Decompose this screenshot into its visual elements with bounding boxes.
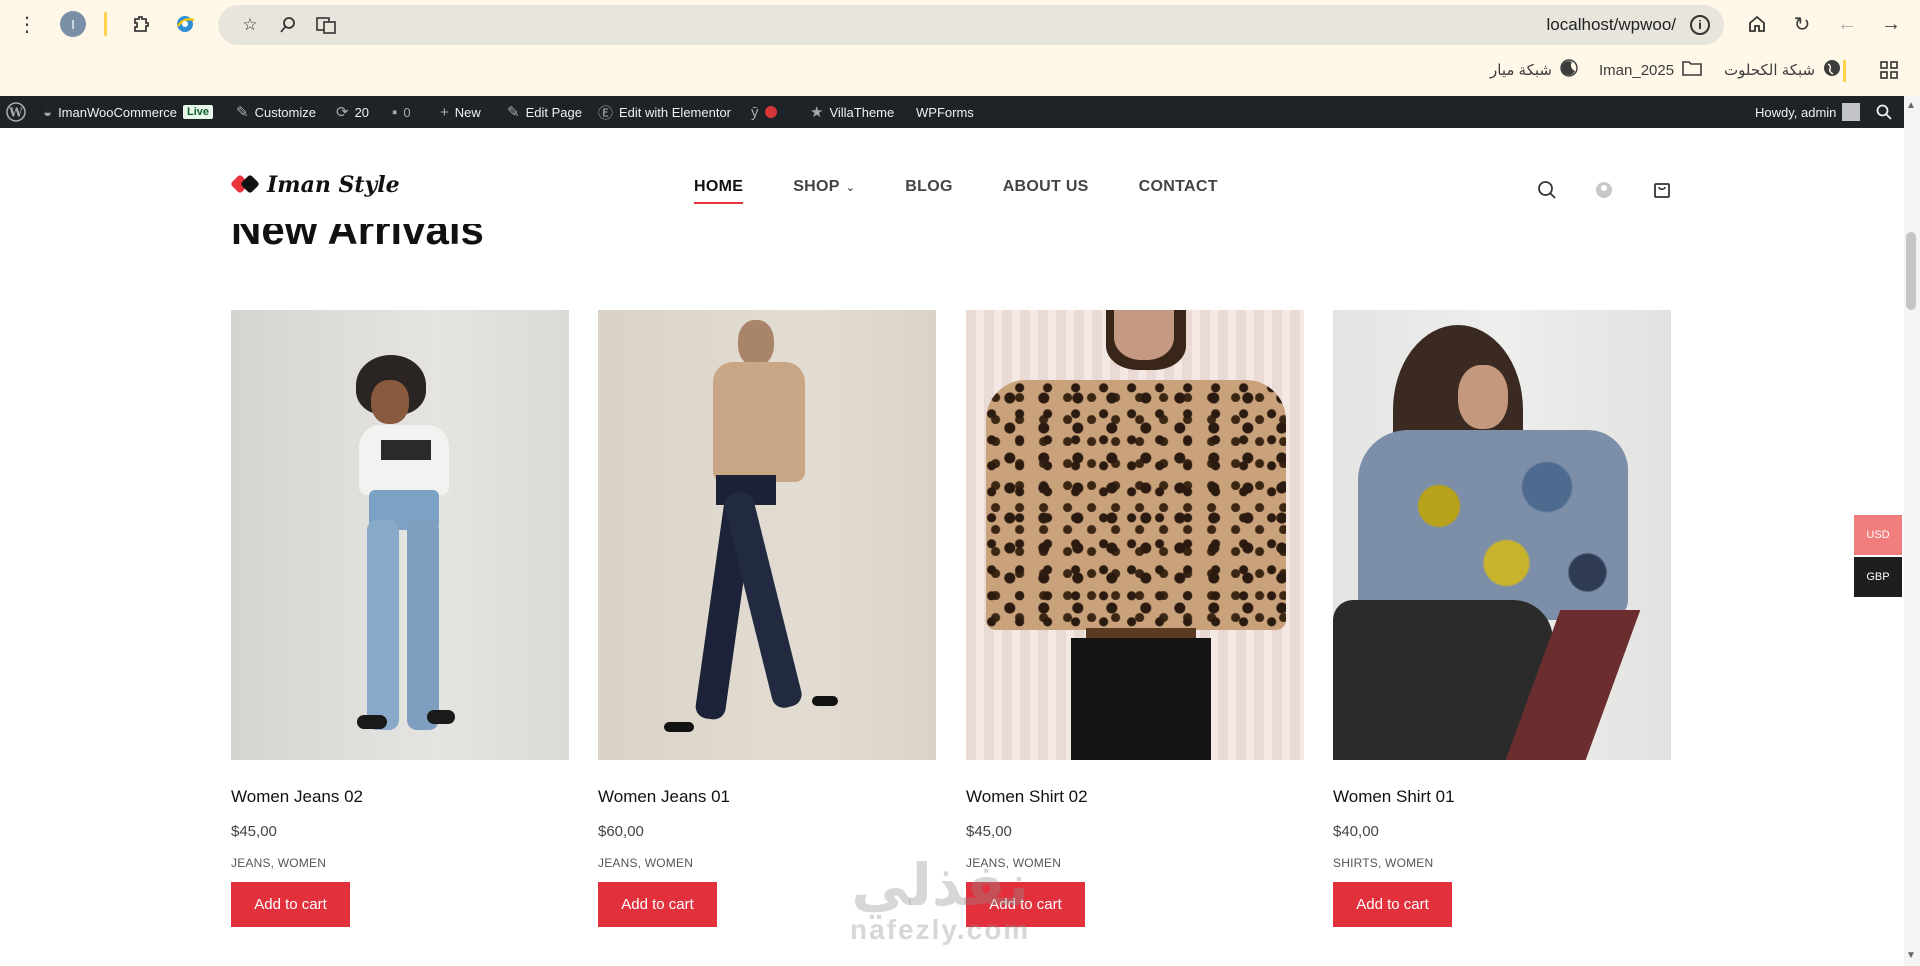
updates-icon: ⟳	[336, 104, 349, 121]
moon-icon	[1560, 59, 1578, 81]
menu-dots-icon[interactable]: ⋮	[12, 9, 42, 39]
product-card[interactable]: Women Shirt 02 $45,00 JEANS, WOMEN Add t…	[966, 310, 1304, 927]
adminbar-site-name[interactable]: ◒ ImanWooCommerce Live	[43, 96, 214, 128]
nav-home[interactable]: HOME	[694, 178, 744, 204]
scroll-up-icon[interactable]: ▲	[1906, 100, 1916, 111]
chevron-down-icon: ⌄	[845, 182, 856, 194]
adminbar-search-icon[interactable]	[1876, 96, 1892, 128]
browser-toolbar: ⋮ I ☆ localhost/wpwoo/ i ↻ ← →	[0, 0, 1920, 48]
bookmark-label: Iman_2025	[1599, 61, 1675, 79]
add-to-cart-button[interactable]: Add to cart	[966, 882, 1085, 927]
cart-icon[interactable]	[1650, 178, 1674, 202]
adminbar-account[interactable]: Howdy, admin	[1755, 96, 1861, 128]
adminbar-updates[interactable]: ⟳ 20	[336, 96, 369, 128]
nav-blog[interactable]: BLOG	[905, 178, 952, 196]
site-info-icon[interactable]: i	[1690, 15, 1710, 35]
product-categories[interactable]: JEANS, WOMEN	[598, 856, 936, 870]
plus-icon: +	[440, 103, 449, 121]
forward-icon[interactable]: →	[1876, 9, 1906, 39]
scrollbar-thumb[interactable]	[1906, 232, 1916, 310]
address-bar[interactable]: ☆ localhost/wpwoo/ i	[218, 5, 1724, 45]
product-categories[interactable]: JEANS, WOMEN	[966, 856, 1304, 870]
product-image[interactable]	[231, 310, 569, 760]
bookmarks-divider	[1843, 60, 1846, 82]
site-logo[interactable]: Iman Style	[231, 172, 400, 198]
product-price: $45,00	[231, 823, 277, 840]
section-title-wrapper: New Arrivals	[0, 224, 1904, 264]
product-price: $40,00	[1333, 823, 1379, 840]
bookmark-item[interactable]: شبكة ميار	[1490, 58, 1578, 82]
dashboard-icon: ◒	[43, 103, 53, 121]
product-card[interactable]: Women Shirt 01 $40,00 SHIRTS, WOMEN Add …	[1333, 310, 1671, 927]
account-icon[interactable]	[1592, 178, 1616, 202]
wordpress-logo-icon[interactable]: W	[6, 96, 26, 128]
translate-icon[interactable]	[314, 13, 338, 37]
back-icon[interactable]: ←	[1832, 9, 1862, 39]
search-icon[interactable]	[1535, 178, 1559, 202]
section-title: New Arrivals	[231, 224, 484, 253]
adminbar-comments[interactable]: ▪ 0	[392, 96, 411, 128]
bookmark-label: شبكة الكحلوت	[1724, 62, 1816, 79]
pencil-icon: ✎	[507, 104, 520, 121]
logo-mark	[231, 175, 261, 195]
currency-usd[interactable]: USD	[1854, 515, 1902, 555]
star-icon: ★	[810, 104, 824, 121]
svg-text:W: W	[8, 106, 23, 120]
product-name[interactable]: Women Shirt 01	[1333, 787, 1671, 809]
product-image[interactable]	[598, 310, 936, 760]
product-name[interactable]: Women Jeans 02	[231, 787, 569, 809]
apps-grid-icon[interactable]	[1874, 55, 1904, 85]
nav-contact[interactable]: CONTACT	[1139, 178, 1218, 196]
seo-status-dot	[764, 106, 777, 118]
live-badge: Live	[183, 105, 214, 119]
toolbar-divider	[104, 12, 107, 36]
reload-icon[interactable]: ↻	[1787, 9, 1817, 39]
nav-shop[interactable]: SHOP ⌄	[793, 178, 855, 196]
profile-avatar[interactable]: I	[60, 11, 86, 37]
ie-extension-icon[interactable]	[170, 9, 200, 39]
nav-about[interactable]: ABOUT US	[1003, 178, 1089, 196]
product-categories[interactable]: JEANS, WOMEN	[231, 856, 569, 870]
add-to-cart-button[interactable]: Add to cart	[598, 882, 717, 927]
bookmark-item[interactable]: Iman_2025	[1599, 58, 1702, 82]
product-card[interactable]: Women Jeans 01 $60,00 JEANS, WOMEN Add t…	[598, 310, 936, 927]
yoast-icon: ȳ	[751, 103, 759, 121]
globe-icon	[1823, 59, 1841, 81]
wp-admin-bar: W ◒ ImanWooCommerce Live ✎ Customize ⟳ 2…	[0, 96, 1920, 128]
adminbar-edit-page[interactable]: ✎ Edit Page	[507, 96, 582, 128]
product-name[interactable]: Women Shirt 02	[966, 787, 1304, 809]
folder-icon	[1682, 60, 1702, 80]
site-header: Iman Style HOME SHOP ⌄ BLOG ABOUT US CONT…	[0, 128, 1904, 224]
currency-gbp[interactable]: GBP	[1854, 557, 1902, 597]
product-image[interactable]	[1333, 310, 1671, 760]
zoom-icon[interactable]	[276, 13, 300, 37]
brush-icon: ✎	[236, 104, 249, 121]
page-scrollbar[interactable]	[1904, 96, 1920, 966]
product-price: $60,00	[598, 823, 644, 840]
comment-icon: ▪	[392, 103, 398, 121]
scroll-down-icon[interactable]: ▼	[1906, 950, 1916, 961]
admin-avatar	[1842, 103, 1861, 121]
add-to-cart-button[interactable]: Add to cart	[231, 882, 350, 927]
extensions-icon[interactable]	[126, 9, 156, 39]
bookmark-label: شبكة ميار	[1490, 62, 1552, 79]
home-icon[interactable]	[1742, 9, 1772, 39]
product-card[interactable]: Women Jeans 02 $45,00 JEANS, WOMEN Add t…	[231, 310, 569, 927]
adminbar-edit-elementor[interactable]: Ⓔ Edit with Elementor	[598, 96, 731, 128]
add-to-cart-button[interactable]: Add to cart	[1333, 882, 1452, 927]
adminbar-yoast[interactable]: ȳ	[751, 96, 777, 128]
product-categories[interactable]: SHIRTS, WOMEN	[1333, 856, 1671, 870]
elementor-icon: Ⓔ	[598, 104, 614, 122]
adminbar-villatheme[interactable]: ★ VillaTheme	[810, 96, 894, 128]
adminbar-wpforms[interactable]: WPForms	[916, 96, 974, 128]
product-price: $45,00	[966, 823, 1012, 840]
adminbar-customize[interactable]: ✎ Customize	[236, 96, 316, 128]
main-nav: HOME SHOP ⌄ BLOG ABOUT US CONTACT	[694, 178, 1268, 204]
bookmark-item[interactable]: شبكة الكحلوت	[1724, 58, 1841, 82]
url-text[interactable]: localhost/wpwoo/	[1547, 15, 1676, 35]
product-name[interactable]: Women Jeans 01	[598, 787, 936, 809]
bookmark-star-icon[interactable]: ☆	[238, 13, 262, 37]
product-image[interactable]	[966, 310, 1304, 760]
adminbar-new[interactable]: + New	[440, 96, 481, 128]
